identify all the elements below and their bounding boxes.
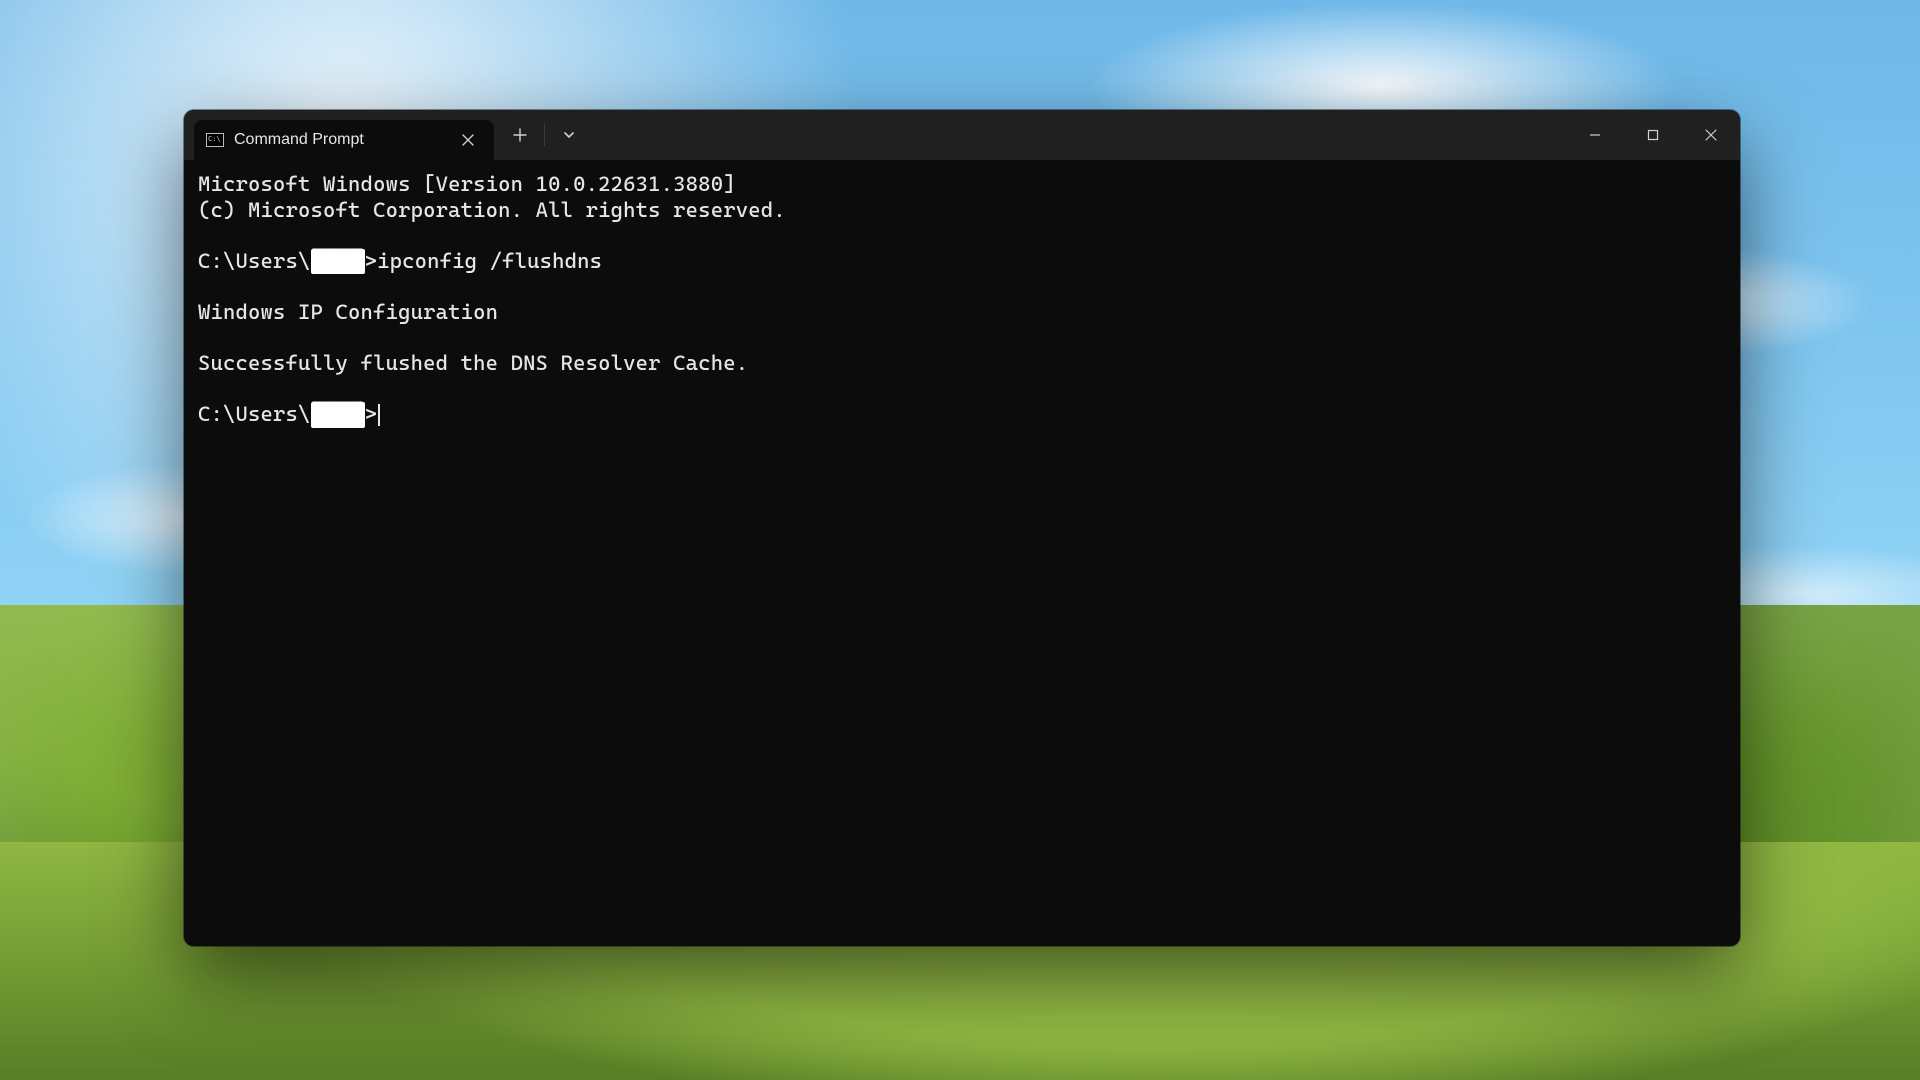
close-icon [1705,129,1717,141]
blank-line [198,274,1726,300]
close-icon [462,134,474,146]
blank-line [198,223,1726,249]
tab-strip: Command Prompt [184,110,494,160]
minimize-icon [1589,129,1601,141]
maximize-button[interactable] [1624,110,1682,160]
blank-line [198,377,1726,403]
banner-line-2: (c) Microsoft Corporation. All rights re… [198,198,1726,224]
prompt-prefix: C:\Users\ [198,402,311,426]
new-tab-button[interactable] [500,115,540,155]
output-header: Windows IP Configuration [198,300,1726,326]
new-tab-area [494,110,595,160]
redacted-username: ████ [311,249,365,275]
entered-command: ipconfig /flushdns [377,249,602,273]
cmd-icon [206,133,224,147]
desktop-wallpaper: Command Prompt [0,0,1920,1080]
command-line: C:\Users\████>ipconfig /flushdns [198,249,1726,275]
tab-close-button[interactable] [456,128,480,152]
prompt-prefix: C:\Users\ [198,249,311,273]
current-prompt-line: C:\Users\████> [198,402,1726,428]
close-window-button[interactable] [1682,110,1740,160]
tab-command-prompt[interactable]: Command Prompt [194,120,494,160]
terminal-output[interactable]: Microsoft Windows [Version 10.0.22631.38… [184,160,1740,946]
titlebar[interactable]: Command Prompt [184,110,1740,160]
tab-title: Command Prompt [234,131,446,149]
maximize-icon [1647,129,1659,141]
blank-line [198,326,1726,352]
redacted-username: ████ [311,402,365,428]
output-result: Successfully flushed the DNS Resolver Ca… [198,351,1726,377]
plus-icon [513,128,527,142]
tab-dropdown-button[interactable] [549,115,589,155]
text-cursor [378,404,380,426]
banner-line-1: Microsoft Windows [Version 10.0.22631.38… [198,172,1726,198]
window-controls [1566,110,1740,160]
minimize-button[interactable] [1566,110,1624,160]
titlebar-drag-region[interactable] [595,110,1566,160]
prompt-suffix: > [365,402,378,426]
prompt-suffix: > [365,249,378,273]
tab-divider [544,124,545,146]
chevron-down-icon [563,129,575,141]
terminal-window: Command Prompt [184,110,1740,946]
